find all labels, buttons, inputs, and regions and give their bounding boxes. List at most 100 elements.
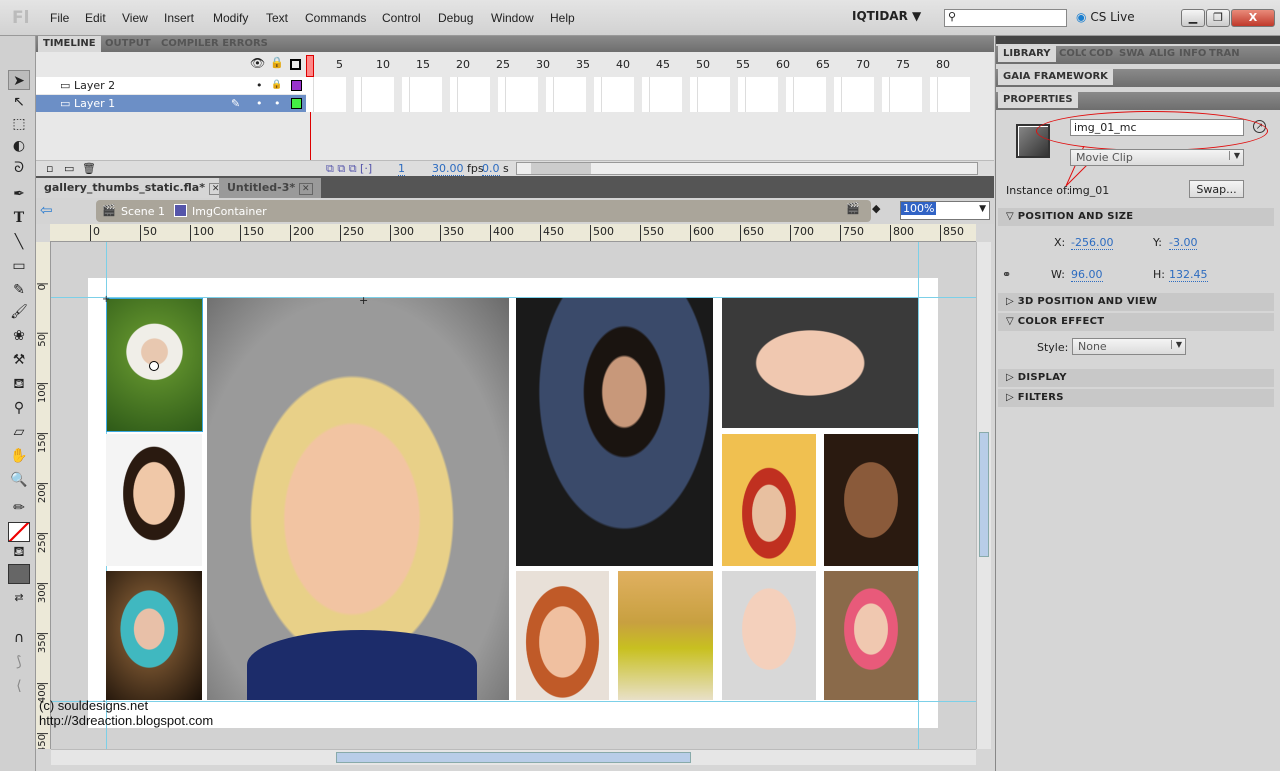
photo-girl-portrait[interactable] [824, 434, 918, 566]
doc-tab-untitled[interactable]: Untitled-3* ✕ [219, 178, 321, 198]
photo-baby-yellow[interactable] [618, 571, 713, 700]
stage-hscroll[interactable] [51, 749, 976, 765]
tab-info[interactable]: INFO [1174, 46, 1206, 62]
swap-button[interactable]: Swap... [1189, 180, 1244, 198]
new-layer-icon[interactable]: ▫ [46, 162, 53, 175]
lock-icon[interactable]: 🔒 [270, 56, 284, 69]
color-style-select[interactable]: None [1072, 338, 1186, 355]
tab-transform[interactable]: TRAN [1204, 46, 1245, 62]
onion-skin-icon[interactable]: ⧉ ⧉ ⧉ [·] [326, 162, 372, 176]
delete-layer-icon[interactable]: 🗑 [82, 162, 96, 175]
menu-file[interactable]: File [50, 11, 69, 25]
layer-color-swatch[interactable] [291, 80, 302, 91]
stroke-color-icon[interactable]: ✏ [8, 498, 30, 518]
selection-tool-icon[interactable]: ➤ [8, 70, 30, 90]
stroke-color-swatch[interactable] [8, 522, 30, 542]
visible-dot[interactable]: • [256, 95, 263, 112]
zoom-select[interactable]: 100% ▼ [900, 201, 990, 220]
menu-window[interactable]: Window [491, 11, 534, 25]
subselection-tool-icon[interactable]: ↖ [8, 92, 30, 112]
minimize-button[interactable]: ▁ [1181, 9, 1205, 27]
visible-dot[interactable]: • [256, 77, 263, 94]
pen-tool-icon[interactable]: ✒ [8, 184, 30, 204]
3d-rotation-tool-icon[interactable]: ◐ [8, 136, 30, 156]
photo-girl-grass[interactable] [106, 298, 203, 432]
menu-edit[interactable]: Edit [85, 11, 106, 25]
tab-gaia-framework[interactable]: GAIA FRAMEWORK [998, 69, 1113, 85]
photo-mom-and-child[interactable] [722, 434, 816, 566]
layer-row[interactable]: ▭ Layer 2 • 🔒 [36, 77, 306, 94]
photo-redhead-boy[interactable] [516, 571, 609, 700]
line-tool-icon[interactable]: ╲ [8, 232, 30, 252]
section-3d-position[interactable]: ▷ 3D POSITION AND VIEW [998, 293, 1274, 311]
edit-scene-icon[interactable]: 🎬 [846, 202, 860, 215]
menu-control[interactable]: Control [382, 11, 421, 25]
back-arrow-icon[interactable]: ⇦ [40, 201, 53, 219]
layer-color-swatch[interactable] [291, 98, 302, 109]
eye-icon[interactable]: 👁 [250, 56, 265, 70]
close-button[interactable]: X [1231, 9, 1275, 27]
zoom-tool-icon[interactable]: 🔍 [8, 470, 30, 490]
fps-value[interactable]: 30.00 [432, 162, 464, 176]
hand-tool-icon[interactable]: ✋ [8, 446, 30, 466]
current-frame[interactable]: 1 [398, 162, 405, 176]
close-tab-icon[interactable]: ✕ [298, 183, 313, 195]
restore-button[interactable]: ❐ [1206, 9, 1230, 27]
menu-help[interactable]: Help [550, 11, 575, 25]
tab-color[interactable]: COLO [1054, 46, 1086, 62]
straighten-icon[interactable]: ⟨ [8, 676, 30, 696]
swap-colors-icon[interactable]: ⇄ [8, 588, 30, 608]
pencil-tool-icon[interactable]: ✎ [8, 280, 30, 300]
brush-tool-icon[interactable]: 🖌 [8, 302, 30, 322]
tab-compiler-errors[interactable]: COMPILER ERRORS [156, 36, 273, 52]
doc-tab-gallery[interactable]: gallery_thumbs_static.fla* ✕ [36, 178, 231, 198]
eraser-tool-icon[interactable]: ▱ [8, 422, 30, 442]
menu-debug[interactable]: Debug [438, 11, 473, 25]
fill-color-icon[interactable]: ⛾ [8, 542, 30, 562]
photo-bald-baby[interactable] [722, 571, 816, 700]
link-constrain-icon[interactable]: ⚭ [1002, 268, 1011, 281]
breadcrumb-scene[interactable]: Scene 1 [121, 205, 165, 218]
menu-commands[interactable]: Commands [305, 11, 366, 25]
frame-grid[interactable] [306, 77, 976, 112]
breadcrumb-symbol[interactable]: ImgContainer [192, 205, 267, 218]
playhead[interactable] [306, 55, 314, 77]
snap-to-objects-icon[interactable]: ∩ [8, 628, 30, 648]
tab-align[interactable]: ALIG [1144, 46, 1176, 62]
tab-timeline[interactable]: TIMELINE [38, 36, 101, 52]
menu-text[interactable]: Text [266, 11, 288, 25]
rectangle-tool-icon[interactable]: ▭ [8, 256, 30, 276]
w-value[interactable]: 96.00 [1071, 268, 1103, 282]
free-transform-tool-icon[interactable]: ⬚ [8, 114, 30, 134]
deco-tool-icon[interactable]: ❀ [8, 326, 30, 346]
photo-baby-pink[interactable] [824, 571, 918, 700]
photo-blond-boy[interactable] [207, 298, 509, 700]
h-value[interactable]: 132.45 [1169, 268, 1208, 282]
timeline-hscroll[interactable] [516, 162, 978, 175]
tab-output[interactable]: OUTPUT [100, 36, 156, 52]
y-value[interactable]: -3.00 [1169, 236, 1198, 250]
edit-symbols-icon[interactable]: ◆ [872, 202, 880, 215]
tab-properties[interactable]: PROPERTIES [998, 92, 1078, 108]
lock-dot[interactable]: • [274, 95, 281, 112]
cs-live-button[interactable]: ◉ CS Live [1076, 10, 1135, 24]
lasso-tool-icon[interactable]: ᘐ [8, 158, 30, 178]
lock-icon[interactable]: 🔒 [271, 77, 282, 94]
x-value[interactable]: -256.00 [1071, 236, 1114, 250]
workspace-switcher[interactable]: IQTIDAR ▼ [852, 9, 921, 23]
section-display[interactable]: ▷ DISPLAY [998, 369, 1274, 387]
bone-tool-icon[interactable]: ⚒ [8, 350, 30, 370]
help-search-input[interactable]: ⚲ [944, 9, 1067, 27]
section-position-size[interactable]: ▽ POSITION AND SIZE [998, 208, 1274, 226]
symbol-type-select[interactable]: Movie Clip [1070, 149, 1244, 166]
photo-baby-teal[interactable] [106, 571, 202, 700]
section-filters[interactable]: ▷ FILTERS [998, 389, 1274, 407]
menu-modify[interactable]: Modify [213, 11, 248, 25]
eyedropper-tool-icon[interactable]: ⚲ [8, 398, 30, 418]
tab-library[interactable]: LIBRARY [998, 46, 1056, 62]
menu-insert[interactable]: Insert [164, 11, 194, 25]
new-folder-icon[interactable]: ▭ [64, 162, 74, 175]
photo-girl-dark-hair[interactable] [106, 434, 202, 566]
panel-collapse-bar[interactable] [996, 36, 1280, 44]
outline-icon[interactable] [290, 59, 301, 70]
